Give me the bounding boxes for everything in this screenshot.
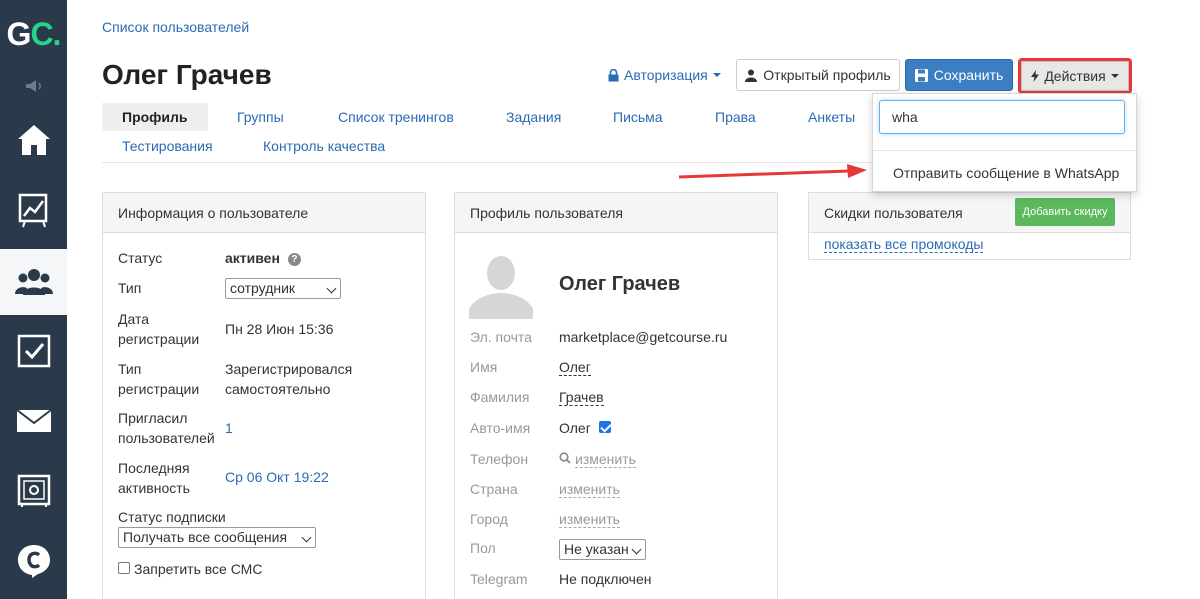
checkbox-icon xyxy=(17,334,50,368)
sidebar-item-safe[interactable] xyxy=(0,458,67,524)
status-value: активен? xyxy=(225,248,301,268)
open-profile-label: Открытый профиль xyxy=(763,67,891,83)
authorization-label: Авторизация xyxy=(624,67,708,83)
avatar-placeholder-icon xyxy=(469,251,533,319)
telegram-label: Telegram xyxy=(470,571,528,587)
subscription-select[interactable]: Получать все сообщения xyxy=(118,527,316,548)
block-sms-checkbox[interactable] xyxy=(118,562,130,574)
last-activity-link[interactable]: Ср 06 Окт 19:22 xyxy=(225,467,329,487)
city-label: Город xyxy=(470,511,508,527)
last-activity-label: Последняя активность xyxy=(118,460,190,496)
auto-name-checkbox[interactable] xyxy=(599,421,611,433)
tab-quality-control[interactable]: Контроль качества xyxy=(263,132,385,160)
menu-item-send-whatsapp[interactable]: Отправить сообщение в WhatsApp xyxy=(893,165,1119,181)
reg-type-value: Зарегистрировался самостоятельно xyxy=(225,361,353,397)
profile-full-name: Олег Грачев xyxy=(559,273,681,295)
lock-icon xyxy=(608,68,619,81)
chart-icon xyxy=(18,193,47,228)
reg-type-label: Тип регистрации xyxy=(118,361,200,397)
gender-label: Пол xyxy=(470,540,496,556)
sidebar-item-reports[interactable] xyxy=(0,177,67,243)
sidebar-item-home[interactable] xyxy=(0,107,67,173)
actions-dropdown-menu: wha Отправить сообщение в WhatsApp xyxy=(872,93,1137,192)
first-name-field[interactable]: Олег xyxy=(559,359,591,376)
subscription-label: Статус подписки xyxy=(118,509,226,525)
actions-highlight: Действия xyxy=(1018,58,1132,94)
city-edit-link[interactable]: изменить xyxy=(559,511,620,528)
actions-button[interactable]: Действия xyxy=(1021,61,1129,91)
user-info-panel: Информация о пользователе Статус активен… xyxy=(102,192,426,599)
reg-date-value: Пн 28 Июн 15:36 xyxy=(225,321,334,337)
safe-icon xyxy=(17,474,50,507)
breadcrumb-users-list[interactable]: Список пользователей xyxy=(102,19,249,35)
actions-label: Действия xyxy=(1044,68,1106,84)
bolt-icon xyxy=(1031,70,1040,82)
user-profile-panel: Профиль пользователя Олег Грачев Эл. поч… xyxy=(454,192,778,599)
user-type-select[interactable]: сотрудник xyxy=(225,278,341,299)
add-discount-button[interactable]: Добавить скидку xyxy=(1015,198,1115,226)
email-label: Эл. почта xyxy=(470,329,532,345)
user-info-title: Информация о пользователе xyxy=(103,193,425,233)
country-edit-link[interactable]: изменить xyxy=(559,481,620,498)
annotation-arrow-icon xyxy=(678,164,867,179)
reg-date-label: Дата регистрации xyxy=(118,311,200,347)
page-title: Олег Грачев xyxy=(102,59,272,90)
sidebar-item-chat[interactable] xyxy=(0,528,67,594)
main-content: Список пользователей Олег Грачев Авториз… xyxy=(102,0,1137,599)
auto-name-label: Авто-имя xyxy=(470,420,531,436)
tab-testing[interactable]: Тестирования xyxy=(122,132,213,160)
floppy-icon xyxy=(914,68,928,82)
tab-surveys[interactable]: Анкеты xyxy=(808,103,855,131)
users-icon xyxy=(14,269,53,295)
save-button[interactable]: Сохранить xyxy=(905,59,1013,91)
caret-down-icon xyxy=(712,73,721,77)
sidebar-item-tasks[interactable] xyxy=(0,318,67,384)
tab-groups[interactable]: Группы xyxy=(237,103,284,131)
save-label: Сохранить xyxy=(933,67,1004,83)
telegram-status: Не подключен xyxy=(559,571,652,587)
type-label: Тип xyxy=(118,280,142,296)
tab-tasks[interactable]: Задания xyxy=(506,103,561,131)
email-value: marketplace@getcourse.ru xyxy=(559,329,728,345)
phone-edit-link[interactable]: изменить xyxy=(575,451,636,468)
mail-icon xyxy=(15,409,52,432)
sidebar-item-users[interactable] xyxy=(0,249,67,315)
last-name-field[interactable]: Грачев xyxy=(559,389,604,406)
tab-trainings[interactable]: Список тренингов xyxy=(338,103,454,131)
block-sms-label: Запретить все СМС xyxy=(134,561,263,577)
auto-name-value: Олег xyxy=(559,420,591,436)
invited-label: Пригласил пользователей xyxy=(118,410,215,446)
megaphone-icon[interactable] xyxy=(0,72,67,100)
caret-down-icon xyxy=(1110,74,1119,78)
tab-letters[interactable]: Письма xyxy=(613,103,663,131)
open-profile-button[interactable]: Открытый профиль xyxy=(736,59,900,91)
home-icon xyxy=(17,125,50,155)
authorization-dropdown[interactable]: Авторизация xyxy=(608,67,721,83)
discounts-panel: Скидки пользователя Добавить скидку пока… xyxy=(808,192,1131,260)
dropdown-divider xyxy=(873,150,1136,151)
sidebar-item-mail[interactable] xyxy=(0,388,67,454)
logo-mark: GC. xyxy=(3,4,64,64)
first-name-label: Имя xyxy=(470,359,498,375)
search-icon xyxy=(559,452,571,464)
user-icon xyxy=(745,69,758,82)
chat-logo-icon xyxy=(17,545,50,578)
help-icon[interactable]: ? xyxy=(287,253,301,266)
gender-select[interactable]: Не указан xyxy=(559,539,646,560)
invited-count-link[interactable]: 1 xyxy=(225,418,233,438)
country-label: Страна xyxy=(470,481,518,497)
logo[interactable]: GC. xyxy=(0,0,67,68)
show-promocodes-link[interactable]: показать все промокоды xyxy=(824,236,984,253)
tab-profile[interactable]: Профиль xyxy=(102,103,208,131)
actions-search-input[interactable]: wha xyxy=(879,100,1125,134)
user-profile-title: Профиль пользователя xyxy=(455,193,777,233)
tab-rights[interactable]: Права xyxy=(715,103,756,131)
phone-label: Телефон xyxy=(470,451,529,467)
sidebar: GC. xyxy=(0,0,67,599)
discounts-title: Скидки пользователя Добавить скидку xyxy=(809,193,1130,233)
last-name-label: Фамилия xyxy=(470,389,530,405)
status-label: Статус xyxy=(118,250,163,266)
